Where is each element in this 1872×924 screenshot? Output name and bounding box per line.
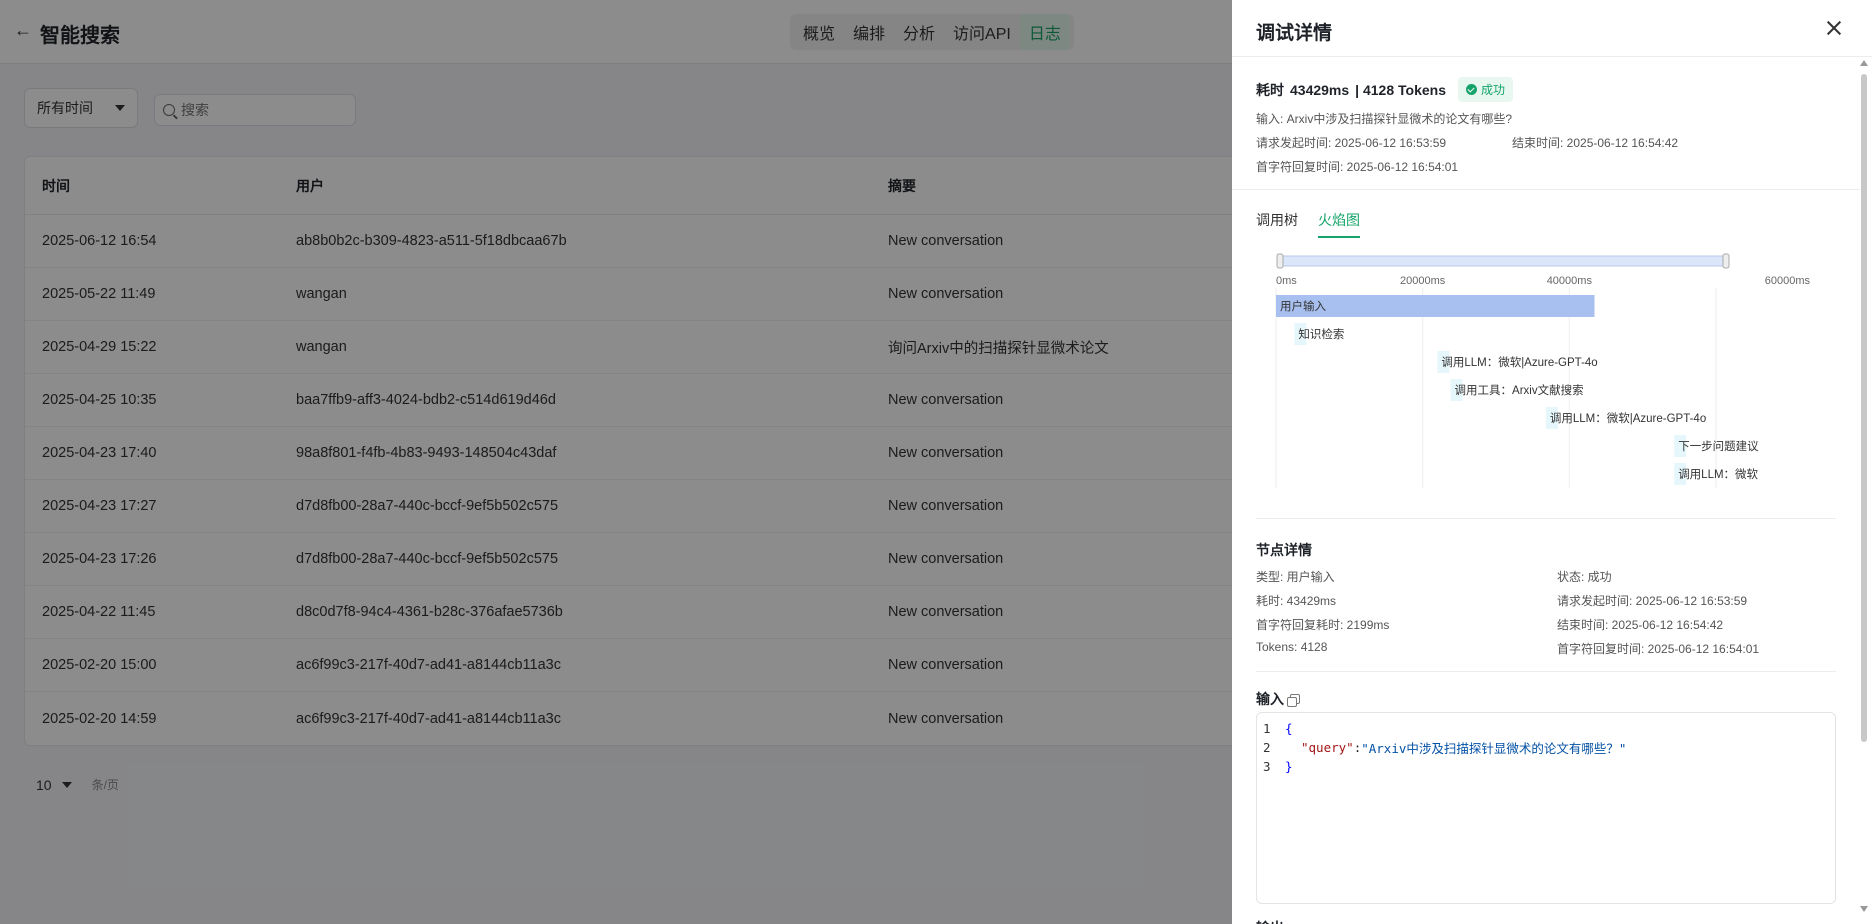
status-text: 成功 — [1481, 83, 1506, 97]
code-key: "query" — [1301, 740, 1354, 755]
axis-tick-label: 60000ms — [1765, 275, 1811, 287]
drawer-scrollbar[interactable] — [1860, 60, 1868, 912]
code-line: 3 } — [1257, 757, 1835, 776]
node-request-time: 请求发起时间: 2025-06-12 16:53:59 — [1557, 594, 1748, 608]
scroll-thumb[interactable] — [1861, 74, 1867, 742]
debug-summary: 耗时 43429ms | 4128 Tokens 成功 输入: Arxiv中涉及… — [1232, 57, 1860, 190]
flame-bar-label: 调用LLM：微软 — [1678, 467, 1758, 481]
drawer-title: 调试详情 — [1256, 23, 1333, 44]
divider — [1256, 518, 1836, 519]
code-brace-open: { — [1285, 721, 1293, 736]
flame-clip — [1832, 290, 1836, 492]
node-status: 状态: 成功 — [1557, 570, 1612, 584]
flame-bar-label: 调用LLM：微软|Azure-GPT-4o — [1550, 411, 1706, 425]
input-text: 输入: Arxiv中涉及扫描探针显微术的论文有哪些? — [1256, 112, 1513, 126]
first-token-time: 首字符回复时间: 2025-06-12 16:54:01 — [1256, 160, 1459, 174]
input-code-block[interactable]: 1 { 2 "query" : "Arxiv中涉及扫描探针显微术的论文有哪些？"… — [1256, 712, 1836, 904]
drawer-header: 调试详情 — [1232, 0, 1872, 57]
range-handle-left — [1276, 253, 1284, 269]
code-line: 2 "query" : "Arxiv中涉及扫描探针显微术的论文有哪些？" — [1257, 738, 1835, 757]
scroll-down-icon[interactable] — [1860, 906, 1868, 912]
range-handle-right — [1722, 253, 1730, 269]
flame-bar-label: 知识检索 — [1298, 327, 1344, 341]
summary-headline: 耗时 43429ms | 4128 Tokens 成功 — [1256, 77, 1514, 102]
close-icon[interactable] — [1826, 20, 1842, 36]
code-line: 1 { — [1257, 719, 1835, 738]
output-section-title: 输出 — [1256, 918, 1284, 924]
flame-bar-label: 调用LLM：微软|Azure-GPT-4o — [1441, 355, 1597, 369]
debug-drawer: 调试详情 耗时 43429ms | 4128 Tokens 成功 输入: Arx… — [1232, 0, 1872, 924]
end-time: 结束时间: 2025-06-12 16:54:42 — [1512, 136, 1679, 150]
node-tokens: Tokens: 4128 — [1256, 640, 1328, 654]
code-colon: : — [1353, 740, 1362, 755]
view-tabs: 调用树 火焰图 — [1256, 210, 1360, 238]
line-number: 1 — [1263, 721, 1271, 736]
line-number: 3 — [1263, 759, 1271, 774]
axis-tick-label: 20000ms — [1400, 275, 1446, 287]
tab-flame-graph[interactable]: 火焰图 — [1318, 210, 1360, 238]
elapsed-value: 43429ms — [1290, 81, 1350, 98]
node-first-token-time: 首字符回复时间: 2025-06-12 16:54:01 — [1557, 642, 1760, 656]
range-slider-track — [1280, 255, 1728, 267]
flame-bar-label: 下一步问题建议 — [1678, 439, 1759, 453]
tokens-value: | 4128 Tokens — [1355, 81, 1446, 98]
modal-overlay[interactable] — [0, 0, 1232, 924]
status-badge: 成功 — [1458, 77, 1514, 102]
node-first-token-elapsed: 首字符回复耗时: 2199ms — [1256, 618, 1390, 632]
flame-bar-label: 调用工具：Arxiv文献搜索 — [1455, 383, 1584, 397]
check-circle-icon — [1466, 84, 1477, 95]
flame-bar-label: 用户输入 — [1280, 299, 1326, 313]
axis-tick-label: 40000ms — [1547, 275, 1593, 287]
tab-call-tree[interactable]: 调用树 — [1256, 210, 1298, 238]
axis-tick-label: 0ms — [1276, 275, 1297, 287]
copy-icon[interactable] — [1287, 694, 1300, 707]
elapsed-label: 耗时 — [1256, 81, 1284, 98]
input-section-title: 输入 — [1256, 689, 1300, 709]
node-elapsed: 耗时: 43429ms — [1256, 594, 1337, 608]
node-details-title: 节点详情 — [1256, 542, 1312, 558]
divider — [1256, 671, 1836, 672]
flame-graph: 0ms 20000ms 40000ms 60000ms 用户输入知识检索调用LLM：微软… — [1256, 252, 1836, 492]
flame-graph-svg: 0ms 20000ms 40000ms 60000ms 用户输入知识检索调用LLM：微软… — [1275, 253, 1836, 492]
line-number: 2 — [1263, 740, 1271, 755]
node-end-time: 结束时间: 2025-06-12 16:54:42 — [1557, 618, 1724, 632]
input-label: 输入 — [1256, 691, 1284, 707]
code-brace-close: } — [1285, 759, 1293, 774]
scroll-up-icon[interactable] — [1860, 60, 1868, 66]
node-type: 类型: 用户输入 — [1256, 570, 1335, 584]
code-value: "Arxiv中涉及扫描探针显微术的论文有哪些？" — [1361, 741, 1627, 756]
request-time: 请求发起时间: 2025-06-12 16:53:59 — [1256, 136, 1447, 150]
